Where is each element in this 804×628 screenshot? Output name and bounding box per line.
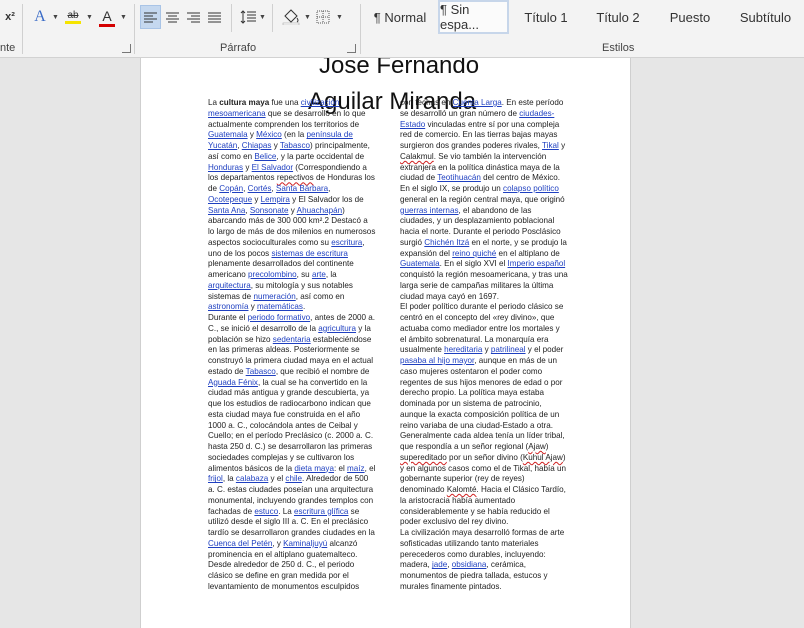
font-dialog-launcher-icon[interactable] bbox=[122, 44, 131, 53]
text-column-right[interactable]: con fechas en Cuenta Larga. En este perí… bbox=[400, 98, 568, 593]
style-label: Título 1 bbox=[524, 9, 568, 25]
style-normal[interactable]: ¶ Normal bbox=[364, 0, 436, 34]
superscript-button[interactable]: x² bbox=[2, 5, 18, 29]
font-color-button[interactable]: A bbox=[96, 5, 118, 29]
align-left-icon bbox=[144, 12, 157, 22]
style-subtitle[interactable]: Subtítulo bbox=[727, 0, 804, 34]
separator bbox=[360, 4, 361, 54]
shading-button[interactable] bbox=[280, 5, 302, 29]
style-label: ¶ Sin espa... bbox=[440, 2, 480, 32]
text-effects-button[interactable]: A bbox=[30, 5, 50, 29]
paragraph-group-label: Párrafo bbox=[220, 42, 257, 54]
align-center-button[interactable] bbox=[163, 5, 182, 29]
highlight-swatch bbox=[65, 21, 81, 24]
borders-button[interactable] bbox=[313, 5, 333, 29]
font-color-icon: A bbox=[102, 7, 112, 24]
paragraph-dialog-launcher-icon[interactable] bbox=[347, 44, 356, 53]
style-label: Título 2 bbox=[596, 9, 640, 25]
separator bbox=[22, 4, 23, 54]
separator bbox=[134, 4, 135, 54]
chevron-down-icon[interactable]: ▼ bbox=[120, 14, 127, 21]
paragraph: Durante el periodo formativo, antes de 2… bbox=[208, 313, 376, 591]
document-area[interactable]: Jose Fernando Aguilar Miranda La cultura… bbox=[0, 58, 804, 628]
chevron-down-icon[interactable]: ▼ bbox=[304, 14, 311, 21]
style-label: ¶ Normal bbox=[373, 9, 427, 25]
font-group-label: nte bbox=[0, 42, 16, 54]
line-spacing-button[interactable] bbox=[238, 5, 258, 29]
align-right-icon bbox=[187, 12, 200, 22]
chevron-down-icon[interactable]: ▼ bbox=[52, 14, 59, 21]
style-no-spacing[interactable]: ¶ Sin espa... bbox=[438, 0, 509, 34]
style-title[interactable]: Puesto bbox=[655, 0, 725, 34]
styles-group-label: Estilos bbox=[602, 42, 635, 54]
document-title-line-1: Jose Fernando bbox=[319, 58, 480, 79]
ribbon: x² A ▼ ab ▼ A ▼ nte ▼ ▼ ▼ Párrafo ¶ Norm… bbox=[0, 0, 804, 58]
separator bbox=[231, 4, 232, 32]
separator bbox=[272, 4, 273, 32]
style-heading-1[interactable]: Título 1 bbox=[511, 0, 581, 34]
borders-icon bbox=[316, 10, 330, 24]
line-spacing-icon bbox=[240, 10, 256, 24]
align-left-button[interactable] bbox=[140, 5, 161, 29]
style-heading-2[interactable]: Título 2 bbox=[583, 0, 653, 34]
align-right-button[interactable] bbox=[184, 5, 203, 29]
chevron-down-icon[interactable]: ▼ bbox=[86, 14, 93, 21]
align-center-icon bbox=[166, 12, 179, 22]
text-effects-icon: A bbox=[34, 8, 46, 25]
paragraph: con fechas en Cuenta Larga. En este perí… bbox=[400, 98, 568, 301]
justify-button[interactable] bbox=[205, 5, 224, 29]
paragraph: La cultura maya fue una civilización mes… bbox=[208, 98, 376, 312]
highlight-color-button[interactable]: ab bbox=[62, 5, 84, 29]
chevron-down-icon[interactable]: ▼ bbox=[336, 14, 343, 21]
paragraph: El poder político durante el periodo clá… bbox=[400, 302, 567, 527]
document-page[interactable]: Jose Fernando Aguilar Miranda La cultura… bbox=[140, 58, 631, 628]
style-label: Subtítulo bbox=[739, 9, 792, 25]
font-color-swatch bbox=[99, 23, 115, 27]
paragraph: La civilización maya desarrolló formas d… bbox=[400, 528, 565, 591]
text-column-left[interactable]: La cultura maya fue una civilización mes… bbox=[208, 98, 376, 593]
justify-icon bbox=[208, 12, 221, 22]
paint-bucket-icon bbox=[282, 9, 300, 25]
superscript-label: x² bbox=[5, 11, 15, 23]
style-label: Puesto bbox=[669, 9, 711, 25]
highlight-icon: ab bbox=[67, 10, 79, 21]
chevron-down-icon[interactable]: ▼ bbox=[259, 14, 266, 21]
